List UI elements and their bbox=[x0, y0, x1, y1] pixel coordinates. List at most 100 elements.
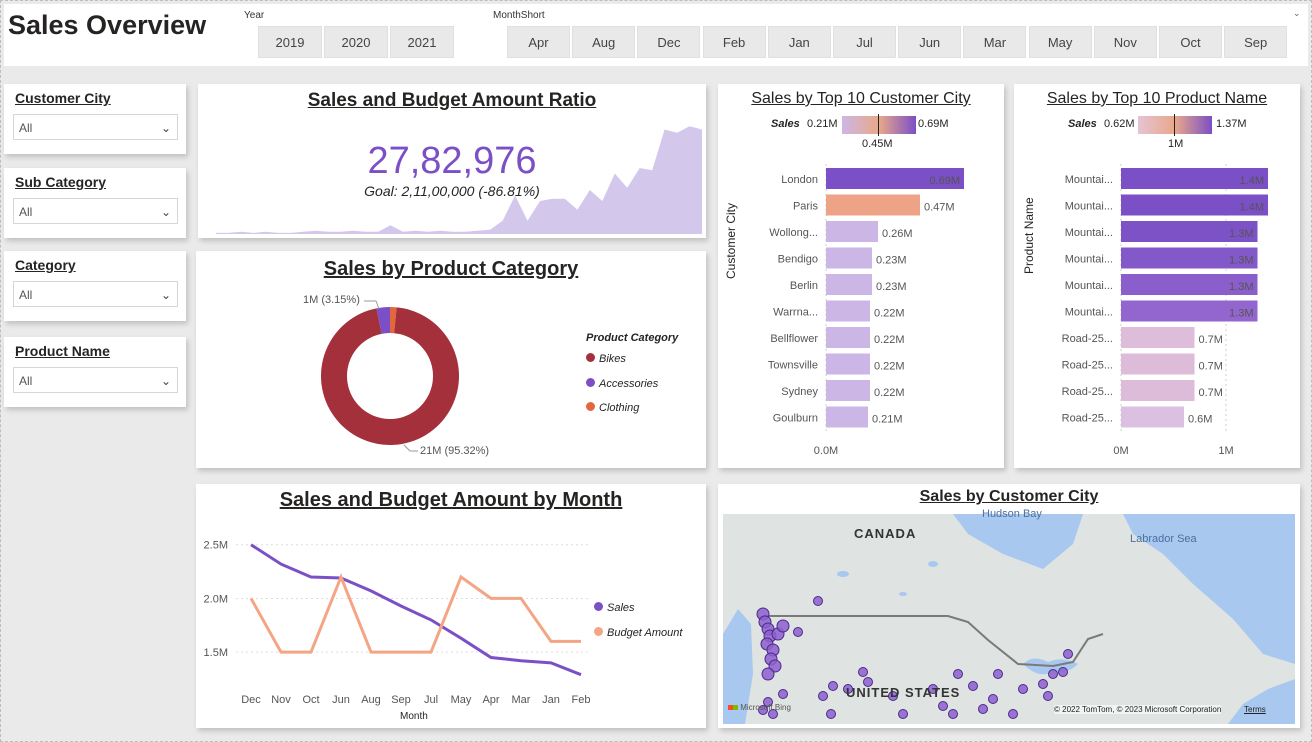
city-marker[interactable] bbox=[948, 709, 958, 719]
month-chip-oct[interactable]: Oct bbox=[1159, 26, 1222, 58]
month-chip-aug[interactable]: Aug bbox=[572, 26, 636, 58]
month-chip-mar[interactable]: Mar bbox=[963, 26, 1027, 58]
year-chip-2019[interactable]: 2019 bbox=[258, 26, 322, 58]
city-marker[interactable] bbox=[818, 691, 828, 701]
category-label: Road-25... bbox=[1062, 386, 1113, 398]
slicer-options-chevron-icon[interactable]: ⌄ bbox=[1293, 8, 1301, 19]
map-canvas[interactable] bbox=[723, 514, 1295, 724]
city-marker[interactable] bbox=[988, 694, 998, 704]
bar[interactable] bbox=[1121, 353, 1195, 375]
legend-item-clothing[interactable]: Clothing bbox=[586, 402, 639, 414]
month-chip-apr[interactable]: Apr bbox=[507, 26, 570, 58]
bar-value-label: 0.7M bbox=[1199, 387, 1223, 399]
product-bar-chart[interactable]: 0M 1M Mountai... 1.4M Mountai... 1.4M Mountai.… bbox=[1014, 84, 1300, 468]
month-chip-may[interactable]: May bbox=[1028, 26, 1092, 58]
bar[interactable] bbox=[826, 327, 870, 348]
bar[interactable] bbox=[1121, 327, 1195, 348]
x-tick-label: Aug bbox=[361, 694, 381, 706]
city-marker[interactable] bbox=[953, 669, 963, 679]
bar[interactable] bbox=[826, 247, 872, 269]
slicer-value: All bbox=[19, 374, 33, 388]
line-x-axis-title: Month bbox=[400, 711, 428, 722]
city-marker[interactable] bbox=[828, 681, 838, 691]
slicer-dropdown[interactable]: All ⌄ bbox=[13, 367, 178, 393]
bar[interactable] bbox=[1121, 406, 1184, 428]
x-tick-label: Nov bbox=[271, 694, 291, 706]
city-marker[interactable] bbox=[793, 627, 803, 637]
x-tick-label: Jun bbox=[332, 694, 350, 706]
city-marker[interactable] bbox=[1008, 709, 1018, 719]
category-label: Road-25... bbox=[1062, 413, 1113, 425]
slicer-card-sub-category: Sub Category All ⌄ bbox=[4, 168, 186, 238]
city-marker[interactable] bbox=[1058, 667, 1068, 677]
city-marker[interactable] bbox=[1018, 684, 1028, 694]
city-marker[interactable] bbox=[826, 709, 836, 719]
month-chip-sep[interactable]: Sep bbox=[1224, 26, 1288, 58]
city-marker[interactable] bbox=[813, 596, 823, 606]
month-chip-nov[interactable]: Nov bbox=[1093, 26, 1157, 58]
legend-label: Budget Amount bbox=[607, 627, 683, 639]
city-marker[interactable] bbox=[1048, 669, 1058, 679]
slicer-dropdown[interactable]: All ⌄ bbox=[13, 281, 178, 307]
slicer-dropdown[interactable]: All ⌄ bbox=[13, 198, 178, 224]
donut-chart[interactable] bbox=[196, 251, 706, 468]
bar-value-label: 0.23M bbox=[876, 255, 907, 267]
bar[interactable] bbox=[826, 380, 870, 401]
month-chip-dec[interactable]: Dec bbox=[637, 26, 701, 58]
category-label: Townsville bbox=[768, 360, 818, 372]
x-tick-label: 0M bbox=[1113, 445, 1128, 457]
legend-item-sales[interactable]: Sales bbox=[594, 602, 635, 614]
city-marker[interactable] bbox=[1063, 649, 1073, 659]
series-line-sales[interactable] bbox=[250, 543, 582, 677]
legend-item-bikes[interactable]: Bikes bbox=[586, 353, 626, 365]
city-marker[interactable] bbox=[993, 669, 1003, 679]
bar[interactable] bbox=[826, 406, 868, 428]
city-marker[interactable] bbox=[761, 667, 775, 681]
map-terms-link[interactable]: Terms bbox=[1244, 705, 1266, 714]
city-marker[interactable] bbox=[1043, 691, 1053, 701]
legend-item-budget[interactable]: Budget Amount bbox=[594, 627, 682, 639]
category-label: Wollong... bbox=[769, 227, 818, 239]
bar[interactable] bbox=[1121, 380, 1195, 401]
legend-label: Clothing bbox=[599, 402, 640, 414]
city-marker[interactable] bbox=[978, 704, 988, 714]
bar[interactable] bbox=[826, 221, 878, 242]
slicer-dropdown[interactable]: All ⌄ bbox=[13, 114, 178, 140]
city-marker[interactable] bbox=[898, 709, 908, 719]
city-marker[interactable] bbox=[778, 689, 788, 699]
x-tick-label: Apr bbox=[482, 694, 499, 706]
slicer-title: Category bbox=[15, 257, 76, 273]
legend-label: Bikes bbox=[599, 353, 626, 365]
bar-value-label: 0.47M bbox=[924, 202, 955, 214]
category-label: Mountai... bbox=[1065, 254, 1113, 266]
city-marker[interactable] bbox=[938, 701, 948, 711]
year-chip-2021[interactable]: 2021 bbox=[390, 26, 454, 58]
month-chip-jan[interactable]: Jan bbox=[767, 26, 831, 58]
month-chip-jul[interactable]: Jul bbox=[833, 26, 896, 58]
bar-value-label: 0.69M bbox=[929, 175, 960, 187]
city-marker[interactable] bbox=[1038, 679, 1048, 689]
legend-item-accessories[interactable]: Accessories bbox=[586, 377, 658, 390]
bar[interactable] bbox=[826, 274, 872, 295]
month-chip-feb[interactable]: Feb bbox=[702, 26, 766, 58]
category-label: Bellflower bbox=[770, 333, 818, 345]
city-marker[interactable] bbox=[968, 681, 978, 691]
category-donut-card: Sales by Product Category 1M (3.15%) 21M… bbox=[196, 251, 706, 468]
donut-leader-line bbox=[364, 300, 380, 310]
map-label-hudson: Hudson Bay bbox=[982, 508, 1042, 520]
donut-legend-title: Product Category bbox=[586, 332, 679, 344]
bar[interactable] bbox=[826, 194, 920, 216]
bar[interactable] bbox=[826, 353, 870, 375]
category-label: London bbox=[781, 174, 818, 186]
month-chip-jun[interactable]: Jun bbox=[898, 26, 962, 58]
kpi-card: Sales and Budget Amount Ratio 27,82,976 … bbox=[198, 84, 706, 238]
year-chip-2020[interactable]: 2020 bbox=[324, 26, 388, 58]
slicer-card-product-name: Product Name All ⌄ bbox=[4, 337, 186, 407]
city-marker[interactable] bbox=[776, 619, 790, 633]
bar-value-label: 1.3M bbox=[1229, 228, 1253, 240]
city-marker[interactable] bbox=[858, 667, 868, 677]
bar[interactable] bbox=[826, 300, 870, 322]
y-tick-label: 2.5M bbox=[204, 540, 228, 552]
chevron-down-icon: ⌄ bbox=[160, 205, 171, 219]
city-bar-chart[interactable]: 0.0M0.5MLondon0.69MParis0.47MWollong...0… bbox=[718, 84, 1004, 468]
